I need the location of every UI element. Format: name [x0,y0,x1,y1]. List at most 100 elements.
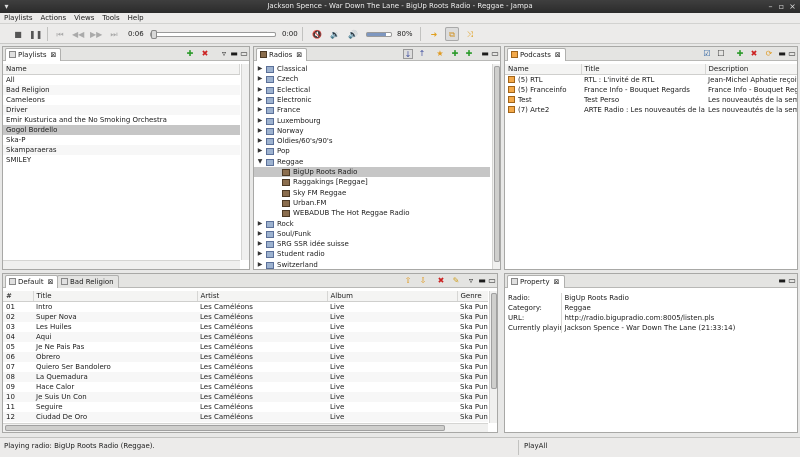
track-row[interactable]: 03 Les Huiles Les Caméléons Live Ska Punk [3,322,488,332]
refresh-icon[interactable]: ⟳ [764,49,774,59]
close-tab-icon[interactable]: ⊠ [555,51,561,59]
radio-category-item[interactable]: ▼ Reggae [254,157,490,167]
tracks-hscroll-thumb[interactable] [5,425,445,431]
radio-station-item[interactable]: Raggakings [Reggae] [254,177,490,187]
radio-category-item[interactable]: ▶ Soul/Funk [254,229,490,239]
column-header-album[interactable]: Album [327,291,458,302]
sort-za-icon[interactable]: ↑ [417,49,427,59]
tab-default[interactable]: Default ⊠ [5,275,59,288]
seek-slider-knob[interactable] [151,30,157,39]
column-header-description[interactable]: Description [705,64,797,75]
maximize-panel-icon[interactable]: ▭ [487,276,497,286]
track-row[interactable]: 08La QuemaduraLes CaméléonsLiveSka Punk [3,372,488,382]
collapsed-arrow-icon[interactable]: ▶ [256,229,264,239]
shuffle-button[interactable]: ⤨ [463,27,477,41]
close-tab-icon[interactable]: ⊠ [296,51,302,59]
collapsed-arrow-icon[interactable]: ▶ [256,95,264,105]
tracks-scrollbar[interactable] [489,291,497,423]
menu-actions[interactable]: Actions [37,13,71,24]
menu-views[interactable]: Views [70,13,98,24]
tab-podcasts[interactable]: Podcasts ⊠ [507,48,566,61]
playlist-row[interactable]: Gogol Bordello [3,125,240,135]
radio-category-item[interactable]: ▶ Luxembourg [254,116,490,126]
view-menu-icon[interactable]: ▿ [219,49,229,59]
playlist-row[interactable]: Ska-P [3,135,240,145]
previous-button[interactable]: ◀◀ [71,27,85,41]
uncheck-icon[interactable]: ☐ [716,49,726,59]
radio-category-item[interactable]: ▶ Electronic [254,95,490,105]
playlist-row[interactable]: Bad Religion [3,85,240,95]
menu-help[interactable]: Help [124,13,148,24]
radio-category-item[interactable]: ▶ Student radio [254,249,490,259]
column-header-name[interactable]: Name [505,64,582,75]
next-button[interactable]: ▶▶ [89,27,103,41]
maximize-icon[interactable]: ▫ [777,2,786,11]
move-up-icon[interactable]: ⇧ [403,276,413,286]
pause-button[interactable]: ❚❚ [28,27,42,41]
tab-playlists[interactable]: Playlists ⊠ [5,48,62,61]
close-tab-icon[interactable]: ⊠ [51,51,57,59]
collapsed-arrow-icon[interactable]: ▶ [256,146,264,156]
delete-playlist-icon[interactable]: ✖ [200,49,210,59]
radios-scroll-thumb[interactable] [494,66,500,262]
column-header-number[interactable]: # [3,291,34,302]
radio-category-item[interactable]: ▶ France [254,105,490,115]
radio-station-item[interactable]: Urban.FM [254,198,490,208]
playlists-hscrollbar[interactable] [3,260,240,269]
maximize-panel-icon[interactable]: ▭ [787,49,797,59]
collapsed-arrow-icon[interactable]: ▶ [256,219,264,229]
track-row[interactable]: 10 Je Suis Un Con Les Caméléons Live Ska Pun… [3,392,488,402]
app-menu-icon[interactable]: ▾ [2,2,11,11]
seek-slider[interactable] [150,30,276,39]
add-radio-icon[interactable]: ✚ [450,49,460,59]
volume-down-button[interactable]: 🔉 [328,27,342,41]
collapsed-arrow-icon[interactable]: ▶ [256,126,264,136]
close-tab-icon[interactable]: ⊠ [554,278,560,286]
collapsed-arrow-icon[interactable]: ▶ [256,85,264,95]
last-track-button[interactable]: ⏭ [107,27,121,41]
close-window-icon[interactable]: × [788,2,797,11]
radio-category-item[interactable]: ▶ Switzerland [254,260,490,269]
track-row[interactable]: 01 Intro Les Caméléons Live Ska Punk [3,302,488,313]
collapsed-arrow-icon[interactable]: ▶ [256,136,264,146]
track-row[interactable]: 11 Seguire Les Caméléons Live Ska Punk [3,402,488,412]
add-playlist-icon[interactable]: ✚ [185,49,195,59]
tab-radios[interactable]: Radios ⊠ [256,48,308,61]
track-row[interactable]: 07 Quiero Ser Bandolero Les Caméléons Live S… [3,362,488,372]
column-header-name[interactable]: Name [3,64,240,75]
collapsed-arrow-icon[interactable]: ▶ [256,249,264,259]
collapsed-arrow-icon[interactable]: ▶ [256,239,264,249]
radio-station-item[interactable]: BigUp Roots Radio [254,167,490,177]
column-header-title[interactable]: Title [581,64,706,75]
column-header-title[interactable]: Title [33,291,198,302]
menu-playlists[interactable]: Playlists [0,13,37,24]
menu-tools[interactable]: Tools [98,13,123,24]
radio-station-item[interactable]: Sky FM Reggae [254,188,490,198]
volume-slider[interactable] [366,32,392,37]
track-row[interactable]: 12Ciudad De OroLes CaméléonsLiveSka Punk [3,412,488,422]
view-menu-icon[interactable]: ▿ [466,276,476,286]
column-header-artist[interactable]: Artist [197,291,328,302]
minimize-icon[interactable]: – [766,2,775,11]
track-row[interactable]: 09 Hace Calor Les Caméléons Live Ska Punk [3,382,488,392]
minimize-panel-icon[interactable]: ▬ [777,276,787,286]
favorite-star-icon[interactable]: ★ [435,49,445,59]
track-row[interactable]: 06ObreroLes CaméléonsLiveSka Punk [3,352,488,362]
add-category-icon[interactable]: ✚ [464,49,474,59]
remove-track-icon[interactable]: ✖ [436,276,446,286]
collapsed-arrow-icon[interactable]: ▶ [256,260,264,269]
collapsed-arrow-icon[interactable]: ▶ [256,74,264,84]
podcast-row[interactable]: (7) Arte2 ARTE Radio : Les nouveautés de … [505,105,797,115]
radio-category-item[interactable]: ▶ Oldies/60's/90's [254,136,490,146]
tab-bad-religion[interactable]: Bad Religion [57,275,119,288]
maximize-panel-icon[interactable]: ▭ [490,49,500,59]
radios-scrollbar[interactable] [492,64,500,269]
podcast-row[interactable]: (5) RTL RTL : L'invité de RTL Jean-Michel … [505,75,797,86]
mute-button[interactable]: 🔇 [310,27,324,41]
track-row[interactable]: 05 Je Ne Pais Pas Les Caméléons Live Ska Pun… [3,342,488,352]
tracks-hscrollbar[interactable] [3,423,488,432]
radio-category-item[interactable]: ▶ Norway [254,126,490,136]
tracks-scroll-thumb[interactable] [491,293,497,389]
edit-tag-icon[interactable]: ✎ [451,276,461,286]
radio-station-item[interactable]: WEBADUB The Hot Reggae Radio [254,208,490,218]
